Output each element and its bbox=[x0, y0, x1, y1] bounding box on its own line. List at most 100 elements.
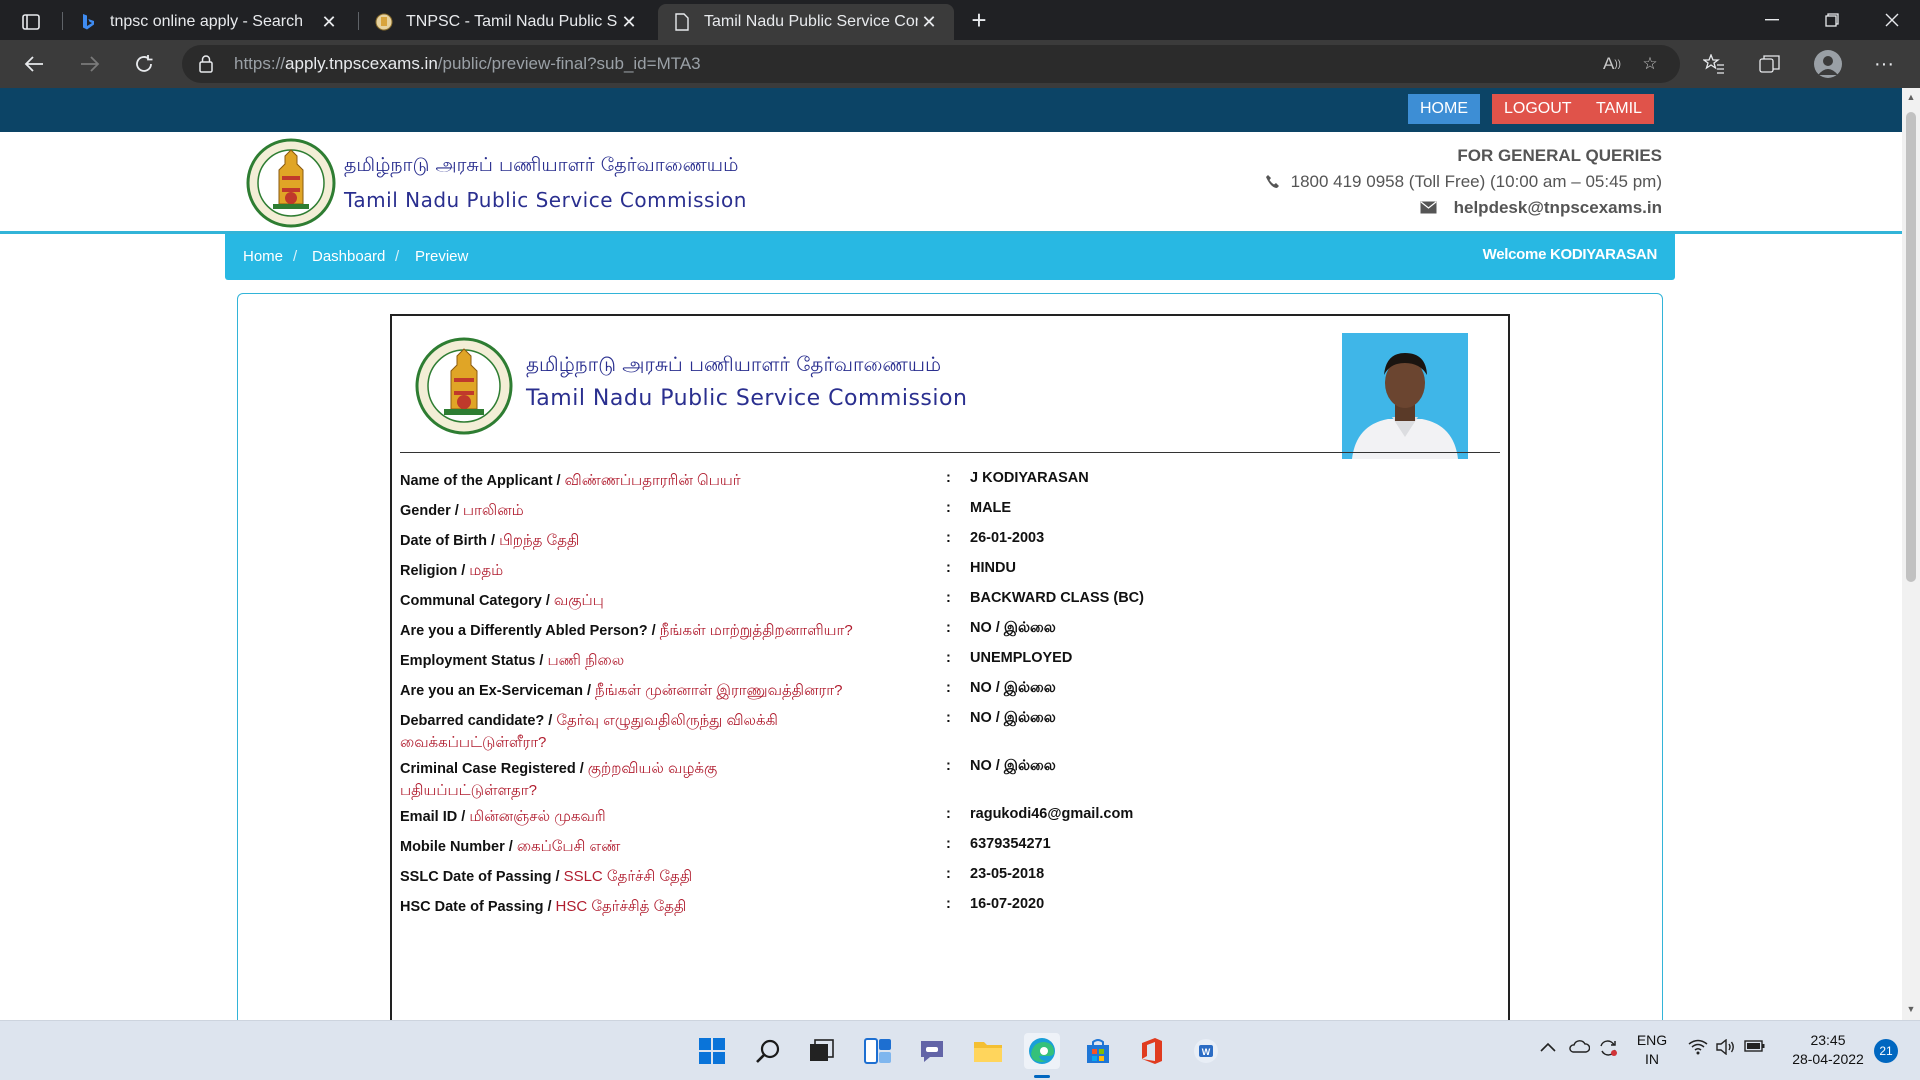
site-header: தமிழ்நாடு அரசுப் பணியாளர் தேர்வாணையம் Ta… bbox=[0, 132, 1902, 234]
label-english: Name of the Applicant / bbox=[400, 473, 565, 489]
more-options-icon[interactable]: ··· bbox=[1868, 48, 1900, 80]
envelope-icon bbox=[1420, 198, 1442, 217]
scrollbar-thumb[interactable] bbox=[1906, 112, 1916, 582]
edge-browser-icon[interactable] bbox=[1024, 1033, 1060, 1069]
sync-icon[interactable] bbox=[1598, 1039, 1618, 1061]
page-icon bbox=[672, 12, 692, 32]
restore-icon[interactable] bbox=[1802, 0, 1862, 40]
label-tamil: கைப்பேசி எண் bbox=[516, 838, 621, 855]
detail-value: NO / இல்லை bbox=[970, 710, 1056, 726]
org-name-english: Tamil Nadu Public Service Commission bbox=[344, 188, 747, 212]
tab-tnpsc[interactable]: TNPSC - Tamil Nadu Public Servi ✕ bbox=[360, 4, 654, 40]
label-tamil: பணி நிலை bbox=[547, 652, 625, 669]
detail-label: Employment Status / பணி நிலை bbox=[400, 650, 940, 672]
detail-value: J KODIYARASAN bbox=[970, 470, 1089, 486]
breadcrumb-home[interactable]: Home bbox=[243, 248, 283, 265]
new-tab-icon[interactable]: + bbox=[964, 6, 994, 36]
org-name-tamil: தமிழ்நாடு அரசுப் பணியாளர் தேர்வாணையம் bbox=[344, 154, 739, 176]
bing-icon bbox=[78, 12, 98, 32]
file-explorer-icon[interactable] bbox=[970, 1033, 1006, 1069]
microsoft-store-icon[interactable] bbox=[1080, 1033, 1116, 1069]
close-icon[interactable]: ✕ bbox=[918, 12, 940, 33]
read-aloud-icon[interactable]: A)) bbox=[1600, 52, 1624, 76]
logout-button[interactable]: LOGOUT bbox=[1492, 94, 1584, 124]
label-english: Debarred candidate? / bbox=[400, 713, 557, 729]
input-language[interactable]: ENG IN bbox=[1630, 1031, 1674, 1069]
wifi-icon[interactable] bbox=[1688, 1039, 1708, 1059]
notification-count-badge[interactable]: 21 bbox=[1874, 1039, 1898, 1063]
clock-time: 23:45 bbox=[1810, 1032, 1846, 1048]
office-icon[interactable] bbox=[1134, 1033, 1170, 1069]
label-tamil: விண்ணப்பதாரரின் பெயர் bbox=[564, 472, 741, 489]
profile-avatar-icon[interactable] bbox=[1814, 50, 1842, 78]
minimize-icon[interactable] bbox=[1742, 0, 1802, 40]
widgets-icon[interactable] bbox=[860, 1033, 896, 1069]
collections-icon[interactable] bbox=[1754, 48, 1786, 80]
url-text[interactable]: https://apply.tnpscexams.in/public/previ… bbox=[234, 54, 701, 74]
battery-icon[interactable] bbox=[1744, 1039, 1766, 1057]
clock[interactable]: 23:45 28-04-2022 bbox=[1788, 1031, 1868, 1069]
breadcrumb-dashboard[interactable]: Dashboard bbox=[312, 248, 385, 265]
tab-bing-search[interactable]: tnpsc online apply - Search ✕ bbox=[64, 4, 354, 40]
start-windows-icon[interactable] bbox=[694, 1033, 730, 1069]
helpdesk-email: helpdesk@tnpscexams.in bbox=[1420, 198, 1662, 218]
label-tamil: வகுப்பு bbox=[553, 592, 604, 609]
detail-value: MALE bbox=[970, 500, 1012, 516]
scroll-up-icon[interactable]: ▲ bbox=[1906, 92, 1916, 102]
breadcrumb-preview: Preview bbox=[415, 248, 469, 265]
tab-title: tnpsc online apply - Search bbox=[110, 13, 303, 30]
home-button[interactable]: HOME bbox=[1408, 94, 1480, 124]
teams-chat-icon[interactable] bbox=[914, 1033, 950, 1069]
detail-value: HINDU bbox=[970, 560, 1016, 576]
detail-colon: : bbox=[946, 560, 951, 576]
detail-value: 23-05-2018 bbox=[970, 866, 1045, 882]
tab-title: Tamil Nadu Public Service Comm bbox=[704, 13, 918, 30]
lang-code: ENG bbox=[1636, 1032, 1668, 1048]
detail-label: Are you an Ex-Serviceman / நீங்கள் முன்ன… bbox=[400, 680, 850, 702]
detail-value: NO / இல்லை bbox=[970, 758, 1056, 774]
url-host: apply.tnpscexams.in bbox=[285, 54, 438, 73]
general-queries-heading: FOR GENERAL QUERIES bbox=[1457, 146, 1662, 165]
volume-icon[interactable] bbox=[1716, 1038, 1736, 1059]
label-english: Communal Category / bbox=[400, 593, 554, 609]
close-window-icon[interactable] bbox=[1862, 0, 1920, 40]
form-org-name-tamil: தமிழ்நாடு அரசுப் பணியாளர் தேர்வாணையம் bbox=[526, 352, 942, 376]
close-icon[interactable]: ✕ bbox=[618, 12, 640, 33]
tab-preview-active[interactable]: Tamil Nadu Public Service Comm ✕ bbox=[658, 4, 954, 40]
chevron-up-icon[interactable] bbox=[1540, 1039, 1556, 1056]
label-english: Email ID / bbox=[400, 809, 470, 825]
phone-text: 1800 419 0958 (Toll Free) (10:00 am – 05… bbox=[1290, 172, 1662, 191]
address-bar[interactable]: https://apply.tnpscexams.in/public/previ… bbox=[182, 45, 1680, 83]
label-english: Employment Status / bbox=[400, 653, 548, 669]
detail-label: Are you a Differently Abled Person? / நீ… bbox=[400, 620, 940, 642]
detail-colon: : bbox=[946, 710, 951, 726]
page-viewport: HOME LOGOUT TAMIL தமிழ்நாடு அரசுப் பணியா… bbox=[0, 88, 1902, 1020]
detail-label: Debarred candidate? / தேர்வு எழுதுவதிலிர… bbox=[400, 710, 850, 754]
detail-colon: : bbox=[946, 806, 951, 822]
vertical-scrollbar[interactable]: ▲ ▼ bbox=[1902, 88, 1920, 1020]
refresh-icon[interactable] bbox=[126, 48, 162, 80]
detail-value: UNEMPLOYED bbox=[970, 650, 1073, 666]
detail-label: Email ID / மின்னஞ்சல் முகவரி bbox=[400, 806, 940, 828]
word-app-icon[interactable]: W bbox=[1188, 1033, 1224, 1069]
task-view-icon[interactable] bbox=[804, 1033, 840, 1069]
favorites-icon[interactable] bbox=[1698, 48, 1730, 80]
tab-actions-icon[interactable] bbox=[14, 8, 48, 36]
label-english: Mobile Number / bbox=[400, 839, 517, 855]
tamil-language-button[interactable]: TAMIL bbox=[1584, 94, 1654, 124]
detail-label: Communal Category / வகுப்பு bbox=[400, 590, 940, 612]
close-icon[interactable]: ✕ bbox=[318, 12, 340, 33]
label-tamil: நீங்கள் மாற்றுத்திறனாளியா? bbox=[659, 622, 853, 639]
forward-arrow-icon[interactable] bbox=[72, 48, 108, 80]
onedrive-cloud-icon[interactable] bbox=[1568, 1039, 1591, 1057]
label-tamil: மதம் bbox=[469, 562, 504, 579]
detail-colon: : bbox=[946, 896, 951, 912]
back-arrow-icon[interactable] bbox=[16, 48, 52, 80]
label-english: Criminal Case Registered / bbox=[400, 761, 588, 777]
search-icon[interactable] bbox=[750, 1033, 786, 1069]
detail-label: SSLC Date of Passing / SSLC தேர்ச்சி தேத… bbox=[400, 866, 940, 888]
scroll-down-icon[interactable]: ▼ bbox=[1906, 1004, 1916, 1014]
label-english: Are you an Ex-Serviceman / bbox=[400, 683, 596, 699]
lock-icon[interactable] bbox=[198, 54, 214, 79]
favorite-star-icon[interactable]: ☆ bbox=[1638, 52, 1662, 76]
